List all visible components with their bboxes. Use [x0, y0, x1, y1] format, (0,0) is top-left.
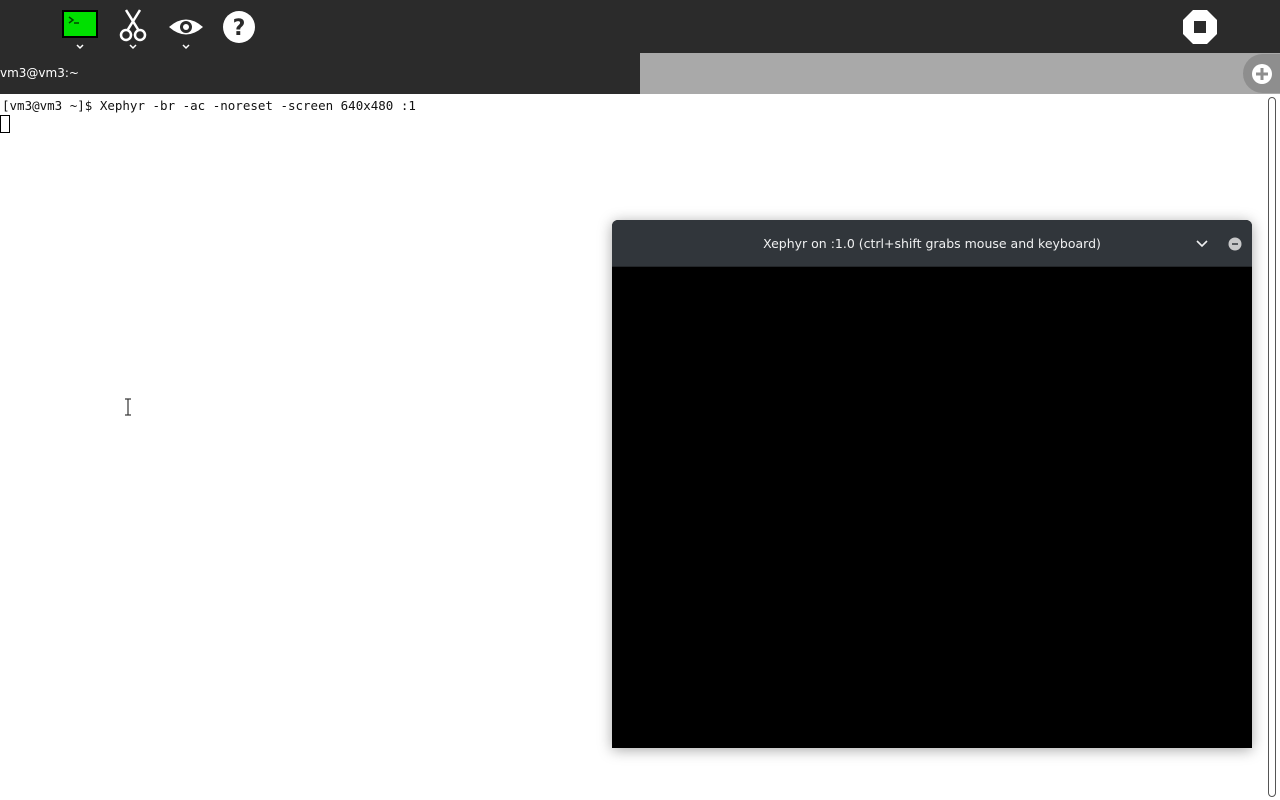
window-title: Xephyr on :1.0 (ctrl+shift grabs mouse a… [763, 236, 1101, 251]
help-icon: ? [223, 11, 255, 43]
chevron-down-icon[interactable] [129, 44, 137, 50]
xephyr-window[interactable]: Xephyr on :1.0 (ctrl+shift grabs mouse a… [612, 220, 1252, 748]
text-cursor [0, 115, 10, 133]
scrollbar-thumb[interactable] [1268, 97, 1276, 797]
help-button[interactable]: ? [222, 0, 256, 53]
terminal-icon [62, 10, 98, 38]
tab-label: vm3@vm3:~ [0, 66, 79, 80]
top-toolbar: ? [0, 0, 1280, 53]
view-button[interactable] [166, 0, 206, 53]
ibeam-cursor-icon [125, 398, 131, 416]
scissors-icon [119, 9, 147, 42]
tab-terminal[interactable]: vm3@vm3:~ [0, 53, 640, 94]
new-tab-button[interactable] [1243, 54, 1280, 93]
command-line: [vm3@vm3 ~]$ Xephyr -br -ac -noreset -sc… [2, 98, 416, 113]
cut-button[interactable] [116, 0, 150, 53]
xephyr-display[interactable] [612, 268, 1252, 748]
stop-button[interactable] [1182, 0, 1218, 53]
window-titlebar[interactable]: Xephyr on :1.0 (ctrl+shift grabs mouse a… [612, 220, 1252, 267]
tab-bar: vm3@vm3:~ [0, 53, 1280, 94]
stop-icon [1183, 10, 1217, 44]
minimize-chevron-icon[interactable] [1194, 237, 1210, 251]
terminal-scrollbar[interactable] [1265, 94, 1280, 800]
eye-icon [169, 19, 203, 35]
terminal-button[interactable] [60, 0, 100, 53]
svg-text:?: ? [233, 16, 246, 41]
chevron-down-icon[interactable] [76, 44, 84, 50]
close-icon[interactable] [1228, 237, 1242, 251]
chevron-down-icon[interactable] [182, 44, 190, 50]
plus-circle-icon [1252, 64, 1272, 84]
